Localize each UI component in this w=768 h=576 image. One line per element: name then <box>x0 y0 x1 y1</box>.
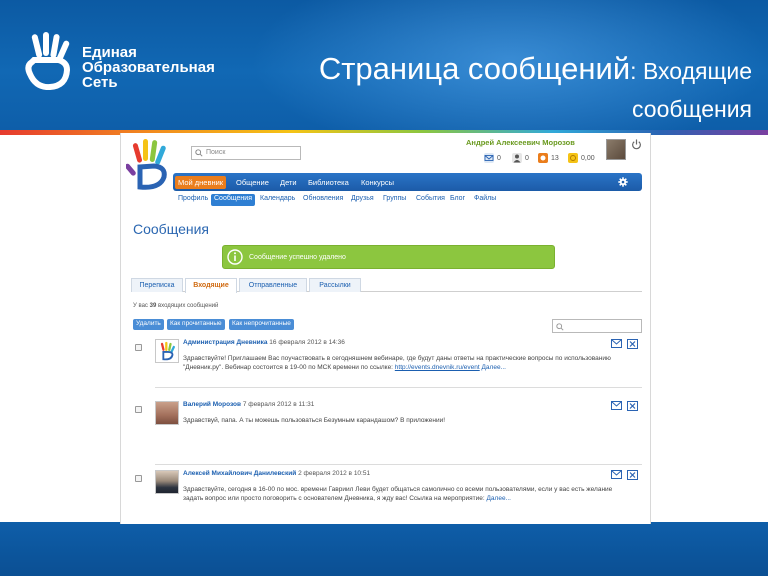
counter-value: 0 <box>525 154 529 162</box>
message-body: Здравствуй, папа. А ты можешь пользовать… <box>183 416 615 425</box>
power-icon[interactable] <box>631 139 642 150</box>
envelope-icon <box>484 153 494 163</box>
user-icon <box>512 153 522 163</box>
search-input[interactable]: Поиск <box>191 146 301 160</box>
counter-value: 0 <box>497 154 501 162</box>
brand-name: Единая Образовательная Сеть <box>82 45 215 90</box>
gear-icon[interactable] <box>618 177 628 187</box>
main-nav: Мой дневник Общение Дети Библиотека Конк… <box>173 173 642 191</box>
search-placeholder: Поиск <box>206 149 226 156</box>
message-header: Администрация Дневника 16 февраля 2012 в… <box>183 339 345 346</box>
message-row[interactable]: Валерий Морозов 7 февраля 2012 в 11:31 З… <box>135 401 642 433</box>
brand-hand-logo-icon <box>25 32 71 90</box>
main-nav-library[interactable]: Библиотека <box>305 176 352 189</box>
sub-nav-profile[interactable]: Профиль <box>175 194 211 206</box>
message-text: Здравствуй, папа. А ты можешь пользовать… <box>183 417 446 424</box>
message-body: Здравствуйте! Приглашаем Вас поучаствова… <box>183 354 615 372</box>
sub-nav-messages[interactable]: Сообщения <box>211 194 255 206</box>
coin-icon <box>568 153 578 163</box>
message-date: 2 февраля 2012 в 10:51 <box>298 470 371 477</box>
close-icon[interactable] <box>627 470 638 480</box>
avatar <box>155 401 179 425</box>
message-text: Здравствуйте, сегодня в 16-00 по мос. вр… <box>183 486 613 502</box>
message-row[interactable]: Алексей Михайлович Данилевский 2 февраля… <box>135 470 642 510</box>
user-name-link[interactable]: Андрей Алексеевич Морозов <box>466 138 616 147</box>
envelope-icon[interactable] <box>611 401 622 410</box>
search-icon <box>556 323 564 331</box>
sub-nav-groups[interactable]: Группы <box>380 194 409 206</box>
message-divider <box>155 464 642 465</box>
mark-read-button[interactable]: Как прочитанные <box>167 319 225 330</box>
tab-inbox[interactable]: Входящие <box>185 278 237 293</box>
sub-nav-updates[interactable]: Обновления <box>300 194 346 206</box>
badges-counter[interactable]: 13 <box>538 153 559 165</box>
avatar <box>155 339 179 363</box>
sub-nav-friends[interactable]: Друзья <box>348 194 377 206</box>
tab-sent[interactable]: Отправленные <box>239 278 307 292</box>
messages-counter[interactable]: 0 <box>484 153 501 165</box>
info-icon <box>227 249 243 265</box>
message-search-input[interactable] <box>552 319 642 333</box>
sub-nav-events[interactable]: События <box>413 194 448 206</box>
slide-header: Единая Образовательная Сеть Страница соо… <box>0 0 768 130</box>
message-tabs: Переписка Входящие Отправленные Рассылки <box>131 278 642 293</box>
message-author[interactable]: Алексей Михайлович Данилевский <box>183 470 296 477</box>
success-notification: Сообщение успешно удалено <box>222 245 555 269</box>
message-author[interactable]: Валерий Морозов <box>183 401 241 408</box>
slide-title-part: : Входящие <box>630 58 752 84</box>
main-nav-communication[interactable]: Общение <box>233 176 272 189</box>
inbox-count: У вас 39 входящих сообщений <box>133 303 218 309</box>
message-checkbox[interactable] <box>135 344 142 351</box>
app-screenshot: Поиск Андрей Алексеевич Морозов 0 0 13 0… <box>120 133 651 524</box>
message-checkbox[interactable] <box>135 475 142 482</box>
page-title: Сообщения <box>133 221 209 237</box>
avatar <box>155 470 179 494</box>
friends-counter[interactable]: 0 <box>512 153 529 165</box>
envelope-icon[interactable] <box>611 470 622 479</box>
main-nav-contests[interactable]: Конкурсы <box>358 176 397 189</box>
slide-title-part: сообщения <box>632 96 752 122</box>
envelope-icon[interactable] <box>611 339 622 348</box>
close-icon[interactable] <box>627 401 638 411</box>
count-suffix: входящих сообщений <box>156 303 219 309</box>
slide-footer <box>0 522 768 576</box>
count-prefix: У вас <box>133 303 150 309</box>
counter-value: 13 <box>551 154 559 162</box>
main-nav-children[interactable]: Дети <box>277 176 300 189</box>
counter-value: 0,00 <box>581 154 595 162</box>
user-avatar[interactable] <box>606 139 626 160</box>
message-author[interactable]: Администрация Дневника <box>183 339 267 346</box>
brand-line: Образовательная <box>82 59 215 76</box>
message-header: Валерий Морозов 7 февраля 2012 в 11:31 <box>183 401 314 408</box>
message-divider <box>155 387 642 388</box>
tab-conversations[interactable]: Переписка <box>131 278 183 292</box>
message-date: 7 февраля 2012 в 11:31 <box>242 401 315 408</box>
message-body: Здравствуйте, сегодня в 16-00 по мос. вр… <box>183 485 615 503</box>
main-nav-my-diary[interactable]: Мой дневник <box>175 176 227 189</box>
sub-nav-calendar[interactable]: Календарь <box>257 194 298 206</box>
message-more-link[interactable]: Далее... <box>487 495 511 502</box>
balance-counter[interactable]: 0,00 <box>568 153 595 165</box>
message-checkbox[interactable] <box>135 406 142 413</box>
tab-mailings[interactable]: Рассылки <box>309 278 361 292</box>
search-icon <box>195 149 203 157</box>
success-message: Сообщение успешно удалено <box>249 254 346 261</box>
sub-nav-files[interactable]: Файлы <box>471 194 499 206</box>
site-logo-icon[interactable] <box>126 137 174 193</box>
brand-line: Сеть <box>82 74 118 91</box>
delete-button[interactable]: Удалить <box>133 319 164 330</box>
sub-nav-blog[interactable]: Блог <box>447 194 468 206</box>
message-link[interactable]: http://events.dnevnik.ru/event <box>395 364 480 371</box>
badge-icon <box>538 153 548 163</box>
close-icon[interactable] <box>627 339 638 349</box>
message-more-link[interactable]: Далее... <box>480 364 506 371</box>
message-row[interactable]: Администрация Дневника 16 февраля 2012 в… <box>135 339 642 381</box>
message-header: Алексей Михайлович Данилевский 2 февраля… <box>183 470 370 477</box>
message-date: 16 февраля 2012 в 14:36 <box>269 339 345 346</box>
slide-title-main: Страница сообщений <box>318 51 631 86</box>
brand-line: Единая <box>82 44 137 61</box>
mark-unread-button[interactable]: Как непрочитанные <box>229 319 294 330</box>
slide-title: Страница сообщений: Входящие сообщения <box>270 52 752 126</box>
